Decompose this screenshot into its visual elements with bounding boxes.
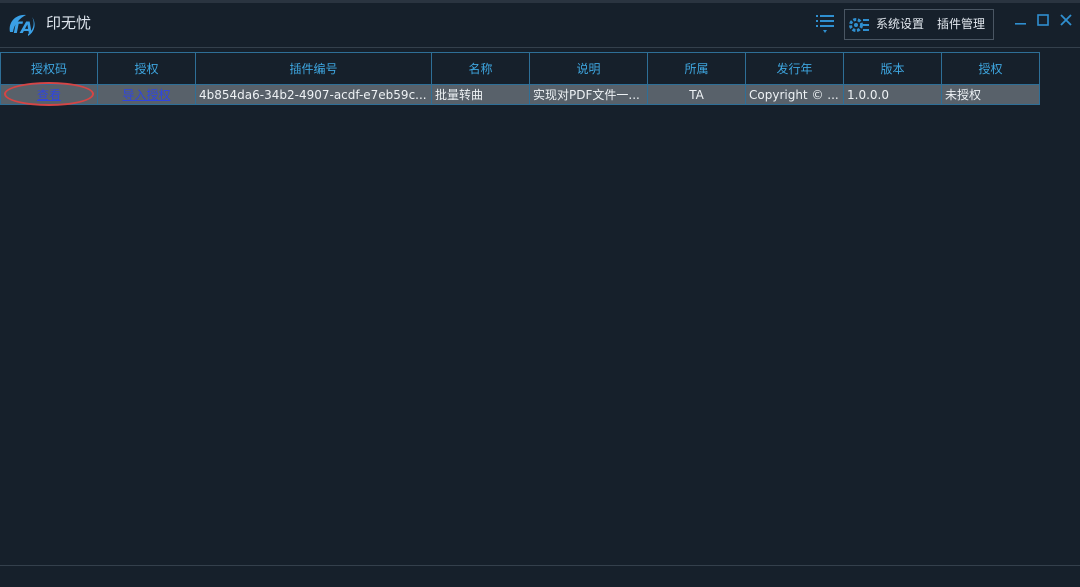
column-header-auth-code[interactable]: 授权码	[0, 52, 98, 85]
cell-description: 实现对PDF文件一...	[529, 84, 648, 105]
view-auth-code-link[interactable]: 查看	[37, 88, 61, 102]
cell-owner: TA	[647, 84, 746, 105]
maximize-icon[interactable]	[1034, 11, 1052, 29]
plugin-table: 授权码 授权 插件编号 名称 说明 所属 发行年 版本 授权 查看 导入授权 4…	[0, 52, 1040, 105]
table-row[interactable]: 查看 导入授权 4b854da6-34b2-4907-acdf-e7eb59c.…	[0, 84, 1040, 105]
minimize-icon[interactable]	[1012, 11, 1030, 29]
column-header-auth[interactable]: 授权	[97, 52, 196, 85]
toolbar-box: 系统设置 插件管理	[844, 9, 994, 40]
cell-auth-code: 查看	[0, 84, 98, 105]
title-divider	[0, 47, 1080, 48]
column-header-plugin-id[interactable]: 插件编号	[195, 52, 432, 85]
import-auth-link[interactable]: 导入授权	[122, 88, 170, 102]
app-logo-icon: TA	[9, 14, 35, 37]
close-icon[interactable]	[1057, 11, 1075, 29]
app-window: TA 印无忧 系统设置 插件管理 授权码 授权 插件编号 名称 说明 所属 发行…	[0, 0, 1080, 587]
app-title: 印无忧	[46, 14, 92, 32]
cell-release: Copyright © ...	[745, 84, 844, 105]
cell-plugin-id: 4b854da6-34b2-4907-acdf-e7eb59c...	[195, 84, 432, 105]
plugin-management-button[interactable]: 插件管理	[937, 16, 985, 33]
gear-icon[interactable]	[848, 14, 870, 36]
cell-auth-action: 导入授权	[97, 84, 196, 105]
cell-name: 批量转曲	[431, 84, 530, 105]
status-bar-divider	[0, 565, 1080, 566]
cell-version: 1.0.0.0	[843, 84, 942, 105]
column-header-description[interactable]: 说明	[529, 52, 648, 85]
list-menu-icon[interactable]	[814, 12, 836, 34]
cell-status: 未授权	[941, 84, 1040, 105]
column-header-status[interactable]: 授权	[941, 52, 1040, 85]
title-bar: TA 印无忧 系统设置 插件管理	[0, 3, 1080, 46]
system-settings-button[interactable]: 系统设置	[876, 16, 924, 33]
column-header-release[interactable]: 发行年	[745, 52, 844, 85]
table-header-row: 授权码 授权 插件编号 名称 说明 所属 发行年 版本 授权	[0, 52, 1040, 85]
column-header-name[interactable]: 名称	[431, 52, 530, 85]
column-header-version[interactable]: 版本	[843, 52, 942, 85]
column-header-owner[interactable]: 所属	[647, 52, 746, 85]
